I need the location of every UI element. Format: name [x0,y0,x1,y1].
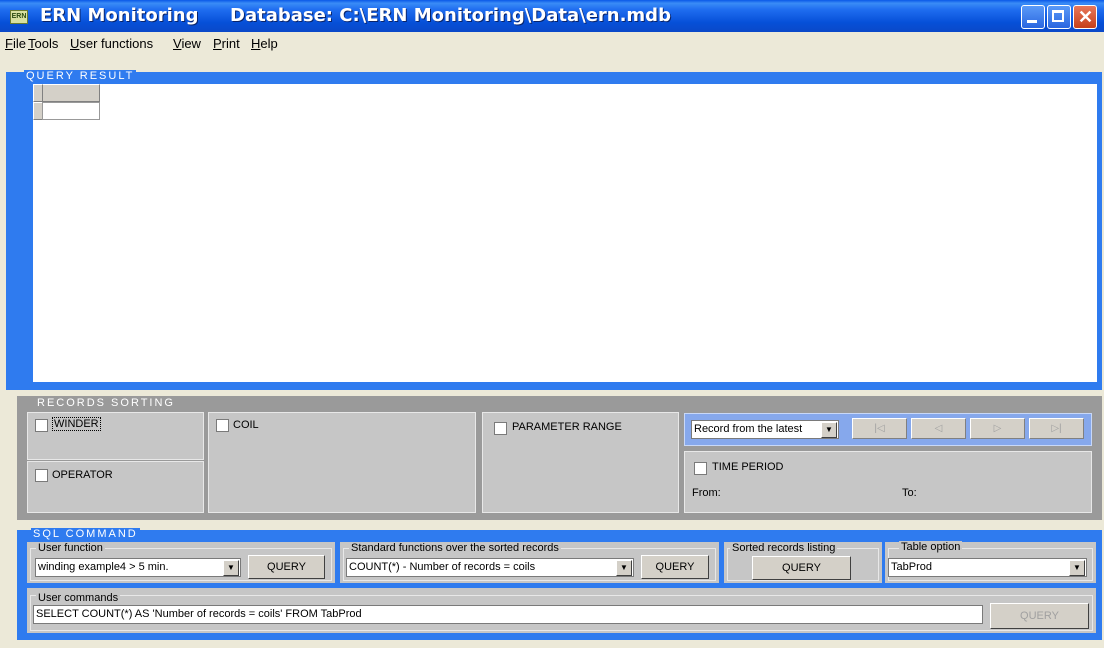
maximize-icon [1052,10,1064,22]
next-record-icon: ▷ [993,423,1002,434]
chevron-down-icon[interactable]: ▼ [223,560,239,576]
time-period-label[interactable]: TIME PERIOD [712,461,784,473]
parameter-range-checkbox[interactable] [494,422,507,435]
database-path-title: Database: C:\ERN Monitoring\Data\ern.mdb [230,5,671,26]
winder-label[interactable]: WINDER [52,417,101,431]
menu-view[interactable]: View [173,36,201,51]
menu-file[interactable]: File [5,36,26,51]
to-label: To: [902,487,917,499]
grid-corner-cell [33,84,43,102]
records-sorting-title: RECORDS SORTING [35,397,177,409]
chevron-down-icon[interactable]: ▼ [821,422,837,438]
user-commands-value: SELECT COUNT(*) AS 'Number of records = … [36,608,362,620]
standard-functions-label: Standard functions over the sorted recor… [349,542,561,554]
prev-record-icon: ◁ [934,423,943,434]
table-option-label: Table option [899,541,963,553]
user-commands-label: User commands [36,592,121,604]
minimize-icon [1027,20,1037,23]
table-option-value: TabProd [891,561,932,573]
menu-bar: File Tools User functions View Print Hel… [0,32,1104,54]
last-record-icon: ▷| [1051,423,1062,434]
grid-header-cell[interactable] [33,84,100,102]
menu-user-functions[interactable]: User functions [70,36,153,51]
time-period-checkbox[interactable] [694,462,707,475]
maximize-button[interactable] [1047,5,1071,29]
user-function-select[interactable]: winding example4 > 5 min. ▼ [35,558,241,577]
query-result-title: QUERY RESULT [24,70,137,82]
minimize-button[interactable] [1021,5,1045,29]
chevron-down-icon[interactable]: ▼ [616,560,632,576]
user-function-query-button[interactable]: QUERY [248,555,325,579]
user-commands-query-button[interactable]: QUERY [990,603,1089,629]
parameter-range-label[interactable]: PARAMETER RANGE [512,421,622,433]
menu-help[interactable]: Help [251,36,278,51]
close-button[interactable]: ✕ [1073,5,1097,29]
sorted-listing-query-button[interactable]: QUERY [752,556,851,580]
record-order-value: Record from the latest [694,423,803,435]
standard-functions-value: COUNT(*) - Number of records = coils [349,561,536,573]
menu-print[interactable]: Print [213,36,240,51]
table-option-select[interactable]: TabProd ▼ [888,558,1087,577]
title-bar[interactable]: ERN ERN Monitoring Database: C:\ERN Moni… [0,0,1104,32]
operator-checkbox[interactable] [35,469,48,482]
prev-record-button[interactable]: ◁ [911,418,966,439]
app-title: ERN Monitoring [40,5,199,26]
sorted-listing-label: Sorted records listing [730,542,838,554]
from-label: From: [692,487,721,499]
winder-checkbox[interactable] [35,419,48,432]
operator-label[interactable]: OPERATOR [52,469,113,481]
app-logo-icon: ERN [10,10,28,24]
coil-checkbox[interactable] [216,419,229,432]
record-order-select[interactable]: Record from the latest ▼ [691,420,839,439]
grid-data-cell[interactable] [42,102,100,120]
standard-functions-select[interactable]: COUNT(*) - Number of records = coils ▼ [346,558,634,577]
close-icon: ✕ [1078,7,1094,27]
user-function-label: User function [36,542,105,554]
sql-command-title: SQL COMMAND [31,528,140,540]
coil-label[interactable]: COIL [233,419,259,431]
menu-tools[interactable]: Tools [28,36,58,51]
first-record-button[interactable]: |◁ [852,418,907,439]
user-function-value: winding example4 > 5 min. [38,561,169,573]
first-record-icon: |◁ [874,423,885,434]
app-window: ERN ERN Monitoring Database: C:\ERN Moni… [0,0,1104,648]
user-commands-input[interactable]: SELECT COUNT(*) AS 'Number of records = … [33,605,983,624]
last-record-button[interactable]: ▷| [1029,418,1084,439]
next-record-button[interactable]: ▷ [970,418,1025,439]
standard-functions-query-button[interactable]: QUERY [641,555,709,579]
query-result-grid[interactable] [33,84,1097,382]
chevron-down-icon[interactable]: ▼ [1069,560,1085,576]
